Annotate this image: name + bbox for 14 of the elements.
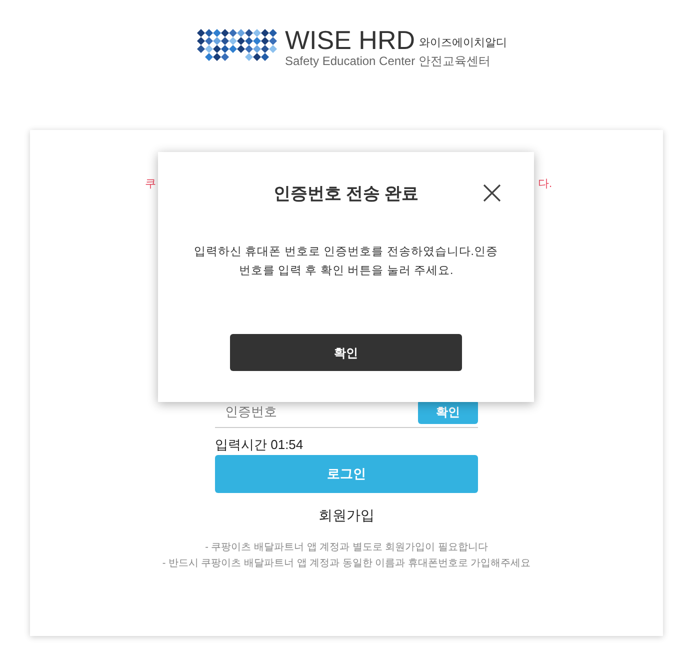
modal-message: 입력하신 휴대폰 번호로 인증번호를 전송하였습니다.인증번호를 입력 후 확인 버튼을 눌러 주세요. [193,244,499,278]
timer-text: 입력시간 01:54 [215,436,304,452]
logo-korean: 와이즈에이치알디 [419,36,507,50]
modal-confirm-button[interactable]: 확인 [230,334,462,371]
signup-link[interactable]: 회원가입 [215,504,478,526]
notice-text: 쿠 [145,177,156,192]
note-text: - 반드시 쿠팡이츠 배달파트너 앱 계정과 동일한 이름과 휴대폰번호로 가입해주세요 [162,556,531,570]
notice-text: 다. [538,177,552,192]
logo-title: WISE HRD [285,26,415,54]
close-icon[interactable] [482,183,502,203]
modal-title: 인증번호 전송 완료 [273,183,419,205]
code-input-field[interactable]: 인증번호 [225,402,375,422]
note-text: - 쿠팡이츠 배달파트너 앱 계정과 별도로 회원가입이 필요합니다 [205,540,488,554]
logo-subtitle: Safety Education Center 안전교육센터 [285,54,492,68]
